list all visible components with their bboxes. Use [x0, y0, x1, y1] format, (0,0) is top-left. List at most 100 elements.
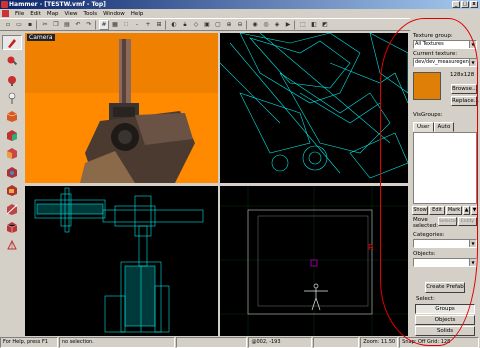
menu-file[interactable]: File — [15, 11, 24, 17]
grid-dots-icon[interactable]: ∷ — [121, 20, 131, 30]
cut-icon[interactable]: ✂ — [40, 20, 50, 30]
camera-viewport-label[interactable]: Camera — [27, 34, 55, 41]
menu-help[interactable]: Help — [131, 11, 144, 17]
tool-palette — [0, 33, 24, 253]
selection-tool-icon[interactable] — [2, 35, 22, 51]
save-icon[interactable]: ▪ — [25, 20, 35, 30]
arrow-up-icon[interactable]: ▲ — [463, 206, 470, 215]
select-solids-button[interactable]: Solids — [415, 326, 475, 336]
main-toolbar: ▫ ▭ ▪ ✂ ❐ ▤ ↶ ↷ # ▦ ∷ - + ⊞ ◐ 🔒︎ ◇ ▣ ▢ ⊕… — [0, 18, 410, 31]
menu-bar: File Edit Map View Tools Window Help — [0, 9, 480, 18]
move-selected-label: Move selected: — [413, 217, 439, 229]
menu-edit[interactable]: Edit — [30, 11, 41, 17]
group-icon[interactable]: ▣ — [202, 20, 212, 30]
redo-icon[interactable]: ↷ — [84, 20, 94, 30]
minimize-button[interactable]: _ — [452, 1, 460, 8]
texture-application-icon[interactable] — [2, 127, 22, 142]
tab-user[interactable]: User — [413, 122, 434, 132]
overlay-tool-icon[interactable] — [2, 182, 22, 197]
new-icon[interactable]: ▫ — [3, 20, 13, 30]
arrow-down-icon[interactable]: ▼ — [471, 206, 478, 215]
3d-textured-icon[interactable]: ◩ — [320, 20, 330, 30]
top-wireframe — [220, 33, 408, 179]
visgroups-tabs: User Auto — [413, 122, 455, 132]
chevron-down-icon: ▼ — [469, 240, 476, 247]
vertex-tool-icon[interactable] — [2, 219, 22, 234]
objects-select[interactable]: ▼ — [413, 258, 477, 267]
clipping-tool-icon[interactable] — [2, 201, 22, 216]
texture-preview[interactable] — [413, 72, 441, 100]
tab-auto[interactable]: Auto — [433, 122, 455, 132]
maximize-button[interactable]: □ — [461, 1, 469, 8]
open-icon[interactable]: ▭ — [14, 20, 24, 30]
magnify-tool-icon[interactable] — [2, 53, 22, 68]
menu-window[interactable]: Window — [103, 11, 125, 17]
undo-icon[interactable]: ↶ — [73, 20, 83, 30]
visgroups-list[interactable] — [413, 132, 477, 204]
move-entity-button[interactable]: Entity — [458, 217, 477, 226]
front-viewport[interactable] — [25, 186, 218, 336]
grid-3d-icon[interactable]: ▦ — [110, 20, 120, 30]
show-button[interactable]: Show — [412, 206, 428, 215]
categories-select[interactable]: ▼ — [413, 239, 477, 248]
select-groups-button[interactable]: Groups — [415, 304, 475, 314]
run-map-icon[interactable]: ▶ — [283, 20, 293, 30]
create-prefab-button[interactable]: Create Prefab — [425, 282, 465, 293]
3d-wireframe-icon[interactable]: ⬚ — [298, 20, 308, 30]
texture-lock-icon[interactable]: 🔒︎ — [180, 20, 190, 30]
toggle-autoselect-icon[interactable]: ◎ — [261, 20, 271, 30]
current-texture-select[interactable]: dev/dev_measuregene ▼ — [413, 58, 477, 67]
top-viewport[interactable] — [220, 33, 408, 183]
hide-icon[interactable]: ◐ — [169, 20, 179, 30]
move-to-world-icon[interactable]: ⊖ — [235, 20, 245, 30]
status-coords: @002, -193 — [248, 337, 313, 348]
window-title: Hammer - [TESTW.vmf - Top] — [9, 1, 106, 8]
grid-smaller-icon[interactable]: - — [132, 20, 142, 30]
texture-size: 128x128 — [450, 72, 475, 78]
menu-map[interactable]: Map — [47, 11, 59, 17]
visgroups-label: VisGroups: — [413, 112, 443, 118]
side-viewport[interactable]: R — [220, 186, 408, 336]
replace-button[interactable]: Replace... — [451, 96, 479, 106]
document-icon[interactable] — [2, 10, 9, 17]
browse-button[interactable]: Browse... — [451, 84, 477, 94]
grid-icon[interactable]: # — [99, 19, 109, 30]
snap-icon[interactable]: ⊞ — [154, 20, 164, 30]
camera-tool-icon[interactable] — [2, 72, 22, 87]
camera-viewport[interactable]: Camera — [25, 33, 218, 183]
status-help: For Help, press F1 — [0, 337, 58, 348]
menu-view[interactable]: View — [64, 11, 77, 17]
status-dimensions — [175, 337, 248, 348]
path-tool-icon[interactable] — [2, 238, 22, 253]
select-label: Select: — [416, 296, 435, 302]
carve-icon[interactable]: ◇ — [191, 20, 201, 30]
front-wireframe — [34, 187, 204, 333]
tie-entity-icon[interactable]: ⊕ — [224, 20, 234, 30]
chevron-down-icon: ▼ — [469, 59, 476, 66]
texture-group-select[interactable]: All Textures ▼ — [413, 40, 477, 49]
apply-current-texture-icon[interactable] — [2, 146, 22, 161]
quick-hide-icon[interactable]: ◉ — [250, 20, 260, 30]
chevron-down-icon: ▼ — [469, 41, 476, 48]
grid-larger-icon[interactable]: + — [143, 20, 153, 30]
status-selection: no selection. — [58, 337, 175, 348]
status-snap: Snap: Off Grid: 128 — [399, 337, 479, 348]
status-bar: For Help, press F1 no selection. @002, -… — [0, 337, 480, 348]
close-button[interactable]: x — [470, 1, 478, 8]
copy-icon[interactable]: ❐ — [51, 20, 61, 30]
paste-icon[interactable]: ▤ — [62, 20, 72, 30]
select-objects-button[interactable]: Objects — [415, 315, 475, 325]
move-selected-button[interactable]: Selected — [438, 217, 459, 226]
ungroup-icon[interactable]: ▢ — [213, 20, 223, 30]
edit-button[interactable]: Edit — [429, 206, 445, 215]
app-icon — [1, 1, 8, 8]
menu-tools[interactable]: Tools — [84, 11, 98, 17]
display-helpers-icon[interactable]: ◈ — [272, 20, 282, 30]
status-zoom: Zoom: 11.50 — [360, 337, 399, 348]
mark-button[interactable]: Mark — [446, 206, 462, 215]
entity-tool-icon[interactable] — [2, 90, 22, 105]
decal-tool-icon[interactable] — [2, 164, 22, 179]
current-texture-label: Current texture: — [413, 51, 458, 57]
block-tool-icon[interactable] — [2, 109, 22, 124]
3d-flat-icon[interactable]: ◧ — [309, 20, 319, 30]
